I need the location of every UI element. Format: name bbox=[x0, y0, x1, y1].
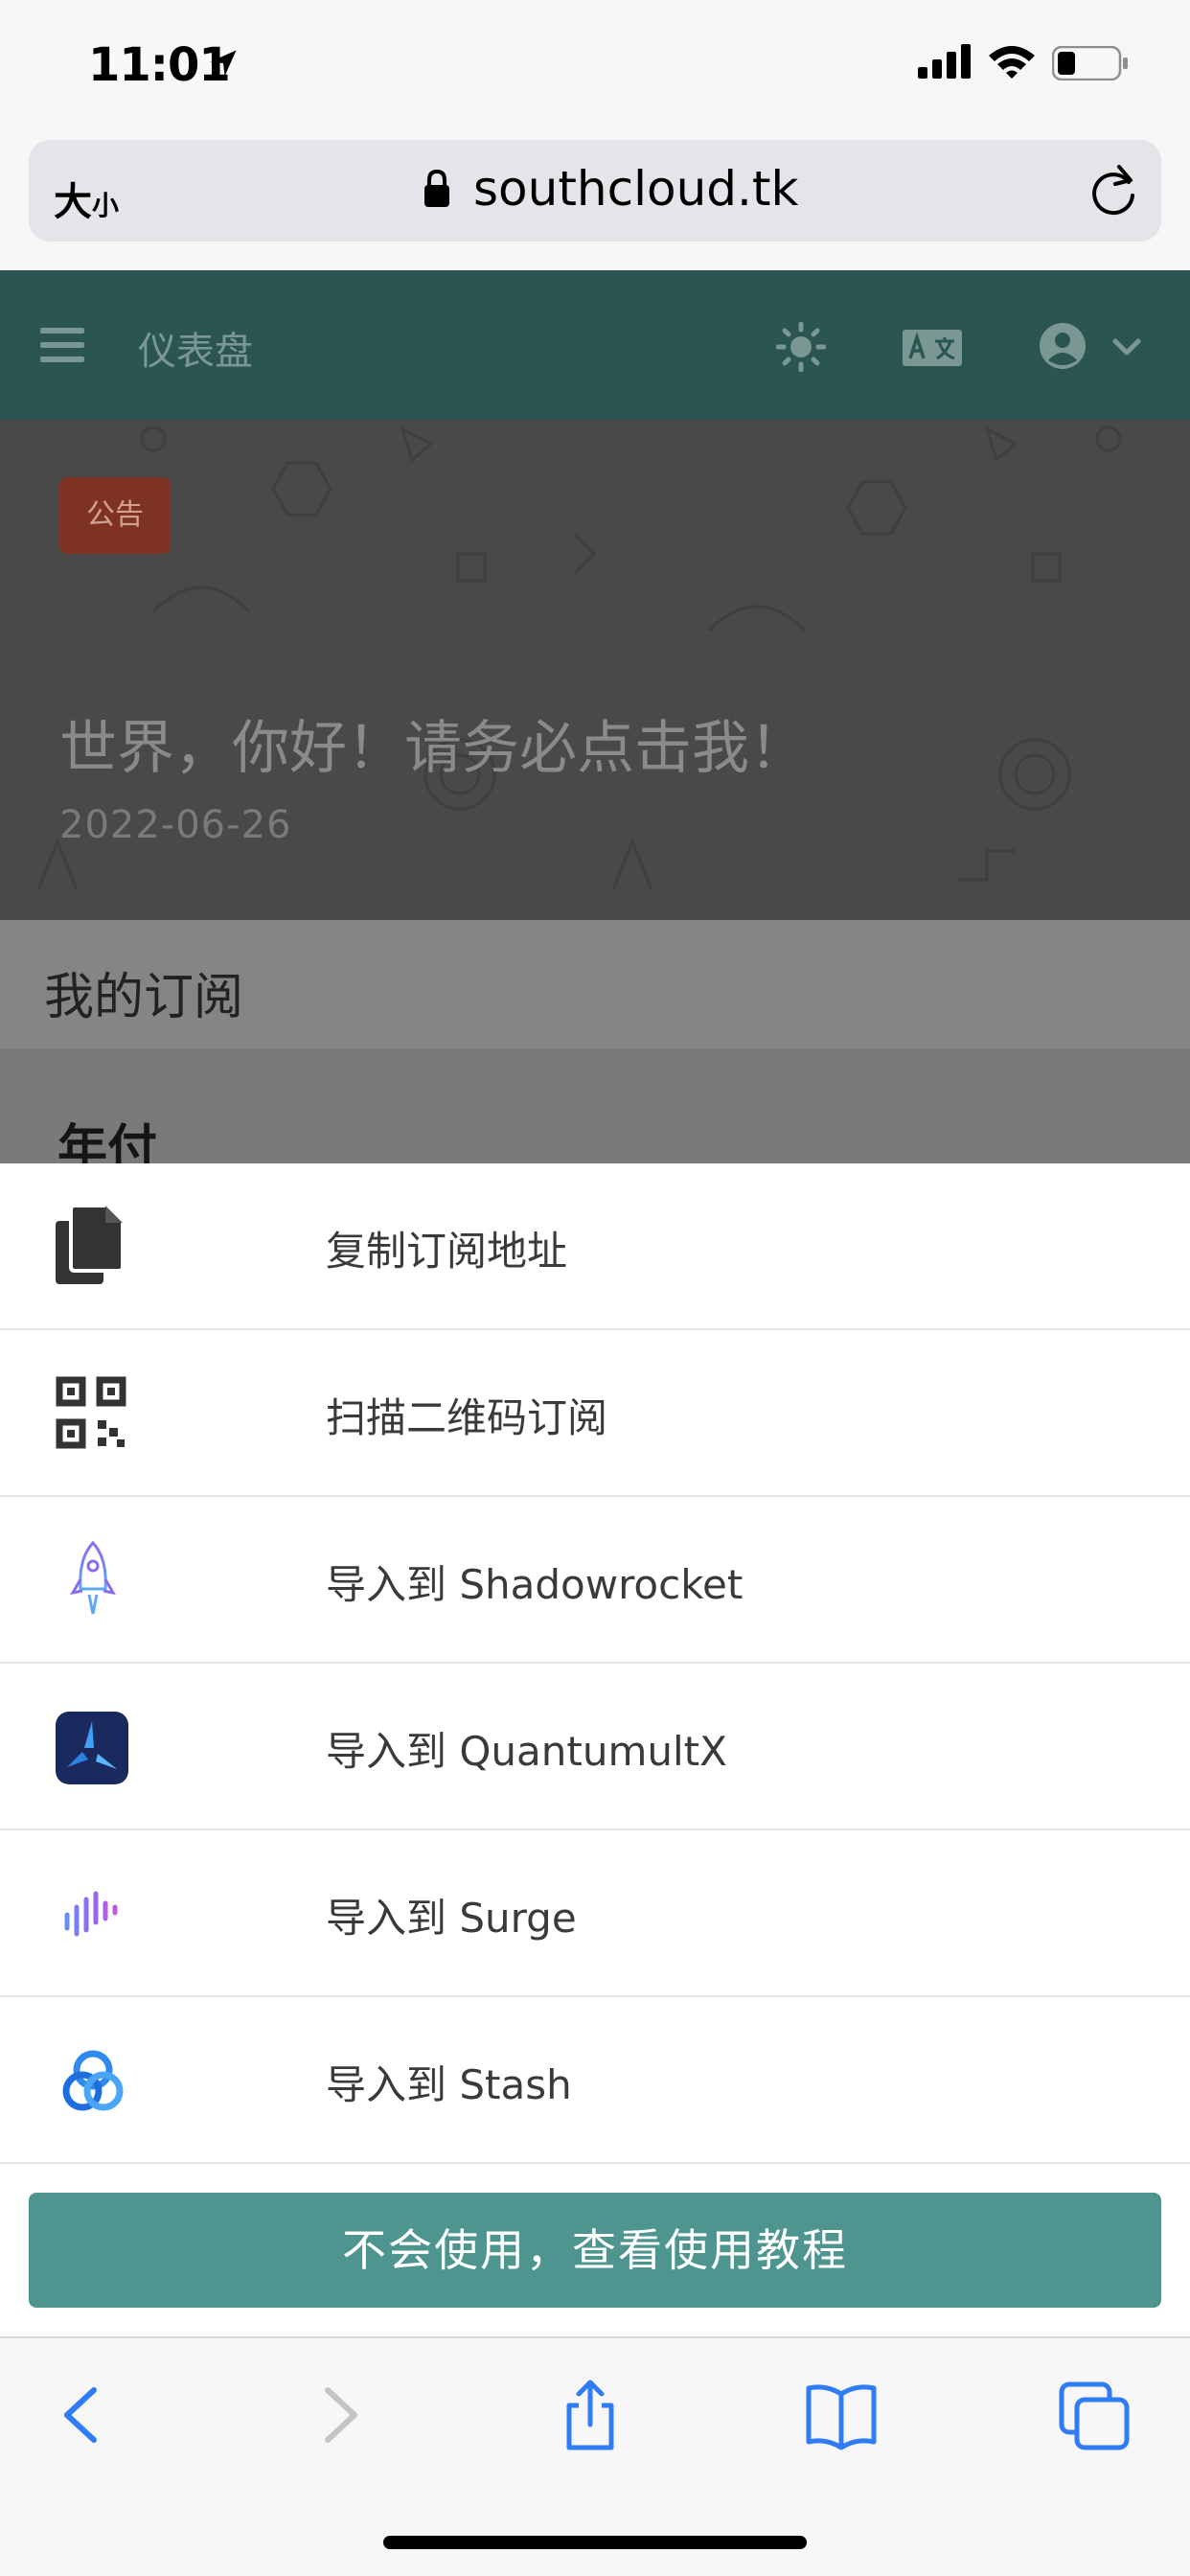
import-shadowrocket-row[interactable]: 导入到 Shadowrocket bbox=[0, 1497, 1190, 1664]
battery-icon bbox=[1052, 46, 1128, 80]
nav-title: 仪表盘 bbox=[138, 330, 253, 374]
back-icon[interactable] bbox=[44, 2377, 121, 2453]
home-indicator bbox=[383, 2536, 807, 2549]
import-shadowrocket-label: 导入到 Shadowrocket bbox=[326, 1561, 744, 1608]
qrcode-icon bbox=[56, 1376, 126, 1449]
surge-icon bbox=[64, 1891, 118, 1937]
theme-toggle-icon[interactable] bbox=[776, 322, 826, 372]
text-size-label: 大 bbox=[54, 180, 92, 224]
import-stash-row[interactable]: 导入到 Stash bbox=[0, 1997, 1190, 2164]
bookmarks-icon[interactable] bbox=[803, 2377, 880, 2453]
import-quantumultx-label: 导入到 QuantumultX bbox=[326, 1728, 727, 1775]
user-avatar-icon[interactable] bbox=[1039, 322, 1087, 370]
text-size-button[interactable]: 大小 bbox=[54, 171, 119, 226]
plan-area bbox=[0, 1048, 1190, 1163]
stash-icon bbox=[62, 2050, 124, 2111]
forward-icon[interactable] bbox=[301, 2377, 378, 2453]
location-arrow-icon bbox=[210, 50, 237, 77]
notice-date: 2022-06-26 bbox=[59, 803, 292, 847]
import-stash-label: 导入到 Stash bbox=[326, 2061, 572, 2108]
tutorial-button[interactable]: 不会使用，查看使用教程 bbox=[29, 2193, 1161, 2308]
url-text[interactable]: southcloud.tk bbox=[473, 161, 798, 217]
quantumultx-icon bbox=[56, 1712, 128, 1784]
text-size-label-small: 小 bbox=[92, 190, 120, 221]
subscription-action-sheet: 复制订阅地址 扫描二维码订阅 导入到 Shadowrocket 导入到 Quan… bbox=[0, 1163, 1190, 2336]
chevron-down-icon[interactable] bbox=[1111, 335, 1142, 358]
import-quantumultx-row[interactable]: 导入到 QuantumultX bbox=[0, 1664, 1190, 1830]
copy-icon bbox=[56, 1204, 125, 1284]
copy-subscription-row[interactable]: 复制订阅地址 bbox=[0, 1163, 1190, 1330]
subscription-title: 我的订阅 bbox=[44, 969, 244, 1026]
scan-qrcode-row[interactable]: 扫描二维码订阅 bbox=[0, 1330, 1190, 1497]
lock-icon bbox=[424, 169, 449, 207]
menu-icon[interactable] bbox=[40, 326, 84, 364]
shadowrocket-icon bbox=[70, 1540, 116, 1615]
import-surge-row[interactable]: 导入到 Surge bbox=[0, 1830, 1190, 1997]
share-icon[interactable] bbox=[552, 2377, 629, 2453]
scan-qrcode-label: 扫描二维码订阅 bbox=[326, 1394, 608, 1441]
tabs-icon[interactable] bbox=[1056, 2377, 1133, 2453]
copy-subscription-label: 复制订阅地址 bbox=[326, 1228, 568, 1275]
language-icon[interactable] bbox=[903, 330, 962, 366]
cellular-signal-icon bbox=[918, 44, 971, 79]
notice-title[interactable]: 世界，你好！请务必点击我！ bbox=[59, 702, 807, 785]
reload-icon[interactable] bbox=[1087, 161, 1140, 218]
notice-badge: 公告 bbox=[59, 477, 171, 554]
import-surge-label: 导入到 Surge bbox=[326, 1895, 577, 1942]
wifi-icon bbox=[989, 46, 1035, 79]
